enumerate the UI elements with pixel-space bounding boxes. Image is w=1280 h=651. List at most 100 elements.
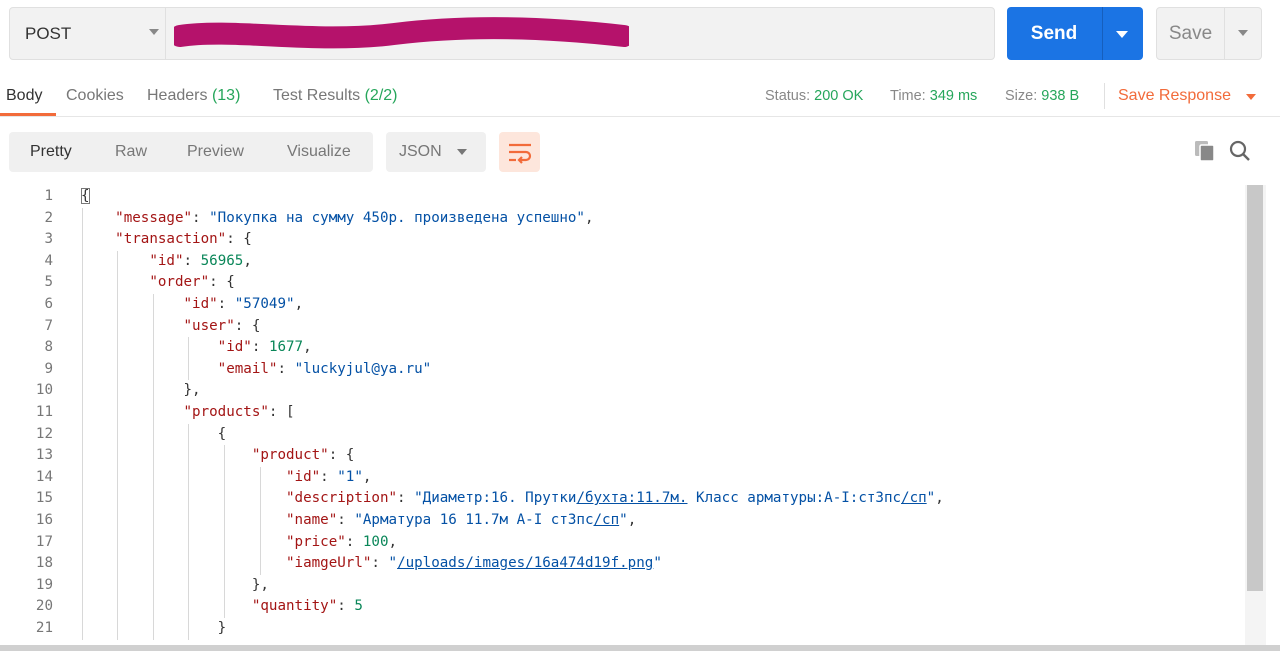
method-url-group: POST: [9, 7, 995, 60]
code-token: "message": [115, 209, 193, 226]
code-token: "id": [286, 468, 321, 485]
code-token: "quantity": [251, 598, 338, 615]
code-token: "iamgeUrl": [286, 555, 372, 572]
size-info: Size: 938 B: [1005, 88, 1079, 104]
code-text: "id": 56965,: [81, 251, 252, 273]
copy-icon[interactable]: [1194, 140, 1216, 162]
line-number: 19: [35, 576, 53, 593]
line-number: 1: [44, 188, 53, 204]
code-token: "price": [286, 533, 346, 550]
size-value: 938 B: [1041, 88, 1080, 104]
code-line: 21 }: [0, 618, 1244, 640]
code-token: :: [397, 490, 415, 507]
code-token: ": [619, 512, 628, 528]
code-line: 16 "name": "Арматура 16 11.7м А-I ст3пс/…: [0, 510, 1244, 532]
code-token: :: [277, 360, 295, 377]
view-tab-visualize[interactable]: Visualize: [287, 132, 351, 172]
wrap-lines-button[interactable]: [499, 132, 540, 172]
send-button[interactable]: Send: [1007, 7, 1143, 60]
code-line: 17 "price": 100,: [0, 532, 1244, 554]
code-token: :: [345, 533, 363, 550]
code-token: "order": [149, 274, 210, 291]
line-number: 20: [35, 598, 53, 615]
code-text: "price": 100,: [81, 532, 397, 554]
code-text: "quantity": 5: [81, 596, 363, 618]
code-line: 13 "product": {: [0, 445, 1244, 467]
code-token: :: [192, 209, 210, 226]
format-label: JSON: [399, 143, 442, 160]
save-response-button[interactable]: Save Response: [1118, 87, 1231, 105]
line-number: 3: [44, 231, 53, 248]
code-token: "transaction": [115, 231, 227, 248]
code-line: 12 {: [0, 424, 1244, 446]
code-line: 18 "iamgeUrl": "/uploads/images/16a474d1…: [0, 553, 1244, 575]
tab-headers[interactable]: Headers (13): [147, 87, 240, 105]
send-divider: [1102, 7, 1103, 60]
code-line: 15 "description": "Диаметр:16. Прутки/бу…: [0, 488, 1244, 510]
code-token: "user": [183, 317, 235, 334]
line-number: 6: [44, 296, 53, 312]
send-options-chevron-icon[interactable]: [1116, 31, 1128, 38]
line-number: 13: [35, 447, 53, 464]
code-token: : {: [328, 447, 355, 464]
response-body-viewer[interactable]: 1{2 "message": "Покупка на сумму 450р. п…: [0, 185, 1244, 645]
code-line: 14 "id": "1",: [0, 467, 1244, 489]
save-label: Save: [1168, 22, 1213, 44]
code-token: },: [81, 576, 269, 593]
view-tab-preview[interactable]: Preview: [187, 132, 244, 172]
save-button[interactable]: Save: [1156, 7, 1262, 60]
scrollbar-thumb[interactable]: [1247, 185, 1263, 591]
time-label: Time:: [890, 88, 926, 104]
code-line: 2 "message": "Покупка на сумму 450р. про…: [0, 208, 1244, 230]
code-token: 1677: [268, 339, 304, 356]
url-input[interactable]: [170, 8, 994, 59]
format-select[interactable]: JSON: [386, 132, 486, 172]
code-token: ,: [294, 296, 304, 312]
code-token: ": [388, 555, 398, 572]
code-text: },: [81, 380, 201, 402]
code-line: 11 "products": [: [0, 402, 1244, 424]
code-token: : {: [234, 317, 261, 334]
tab-test-results[interactable]: Test Results (2/2): [273, 87, 398, 105]
horizontal-scrollbar[interactable]: [0, 645, 1280, 651]
code-token: :: [183, 252, 201, 269]
line-number: 21: [35, 620, 53, 636]
code-token: :: [337, 598, 355, 615]
code-text: "id": 1677,: [81, 337, 312, 359]
view-tab-raw[interactable]: Raw: [115, 132, 147, 172]
search-icon[interactable]: [1229, 140, 1251, 162]
code-token: ,: [303, 339, 312, 356]
save-response-chevron-icon[interactable]: [1246, 94, 1256, 100]
code-text: },: [81, 575, 269, 597]
code-token: "id": [217, 339, 252, 356]
indent-guide: [188, 337, 189, 381]
code-token: ,: [584, 209, 594, 226]
tab-cookies[interactable]: Cookies: [66, 87, 124, 105]
code-token: },: [81, 382, 201, 399]
view-tab-pretty[interactable]: Pretty: [30, 132, 72, 172]
code-token: "Арматура 16 11.7м А-I ст3пс: [354, 512, 594, 528]
code-token: "product": [251, 447, 329, 464]
save-options-chevron-icon[interactable]: [1238, 30, 1248, 36]
code-line: 5 "order": {: [0, 272, 1244, 294]
code-token: /сп: [593, 512, 620, 528]
tab-body[interactable]: Body: [6, 87, 42, 105]
tab-tests-count: (2/2): [364, 87, 398, 104]
chevron-down-icon: [457, 149, 467, 155]
time-value: 349 ms: [929, 88, 978, 104]
code-token: :: [320, 468, 338, 485]
vertical-scrollbar[interactable]: [1245, 185, 1266, 645]
line-number: 17: [35, 533, 53, 550]
method-select[interactable]: POST: [10, 8, 166, 59]
code-token: "luckyjul@ya.ru": [294, 360, 432, 377]
code-token: "Покупка на сумму 450р. произведена успе…: [209, 209, 585, 226]
line-number: 15: [35, 490, 53, 507]
bracket-match-highlight: [81, 188, 90, 204]
